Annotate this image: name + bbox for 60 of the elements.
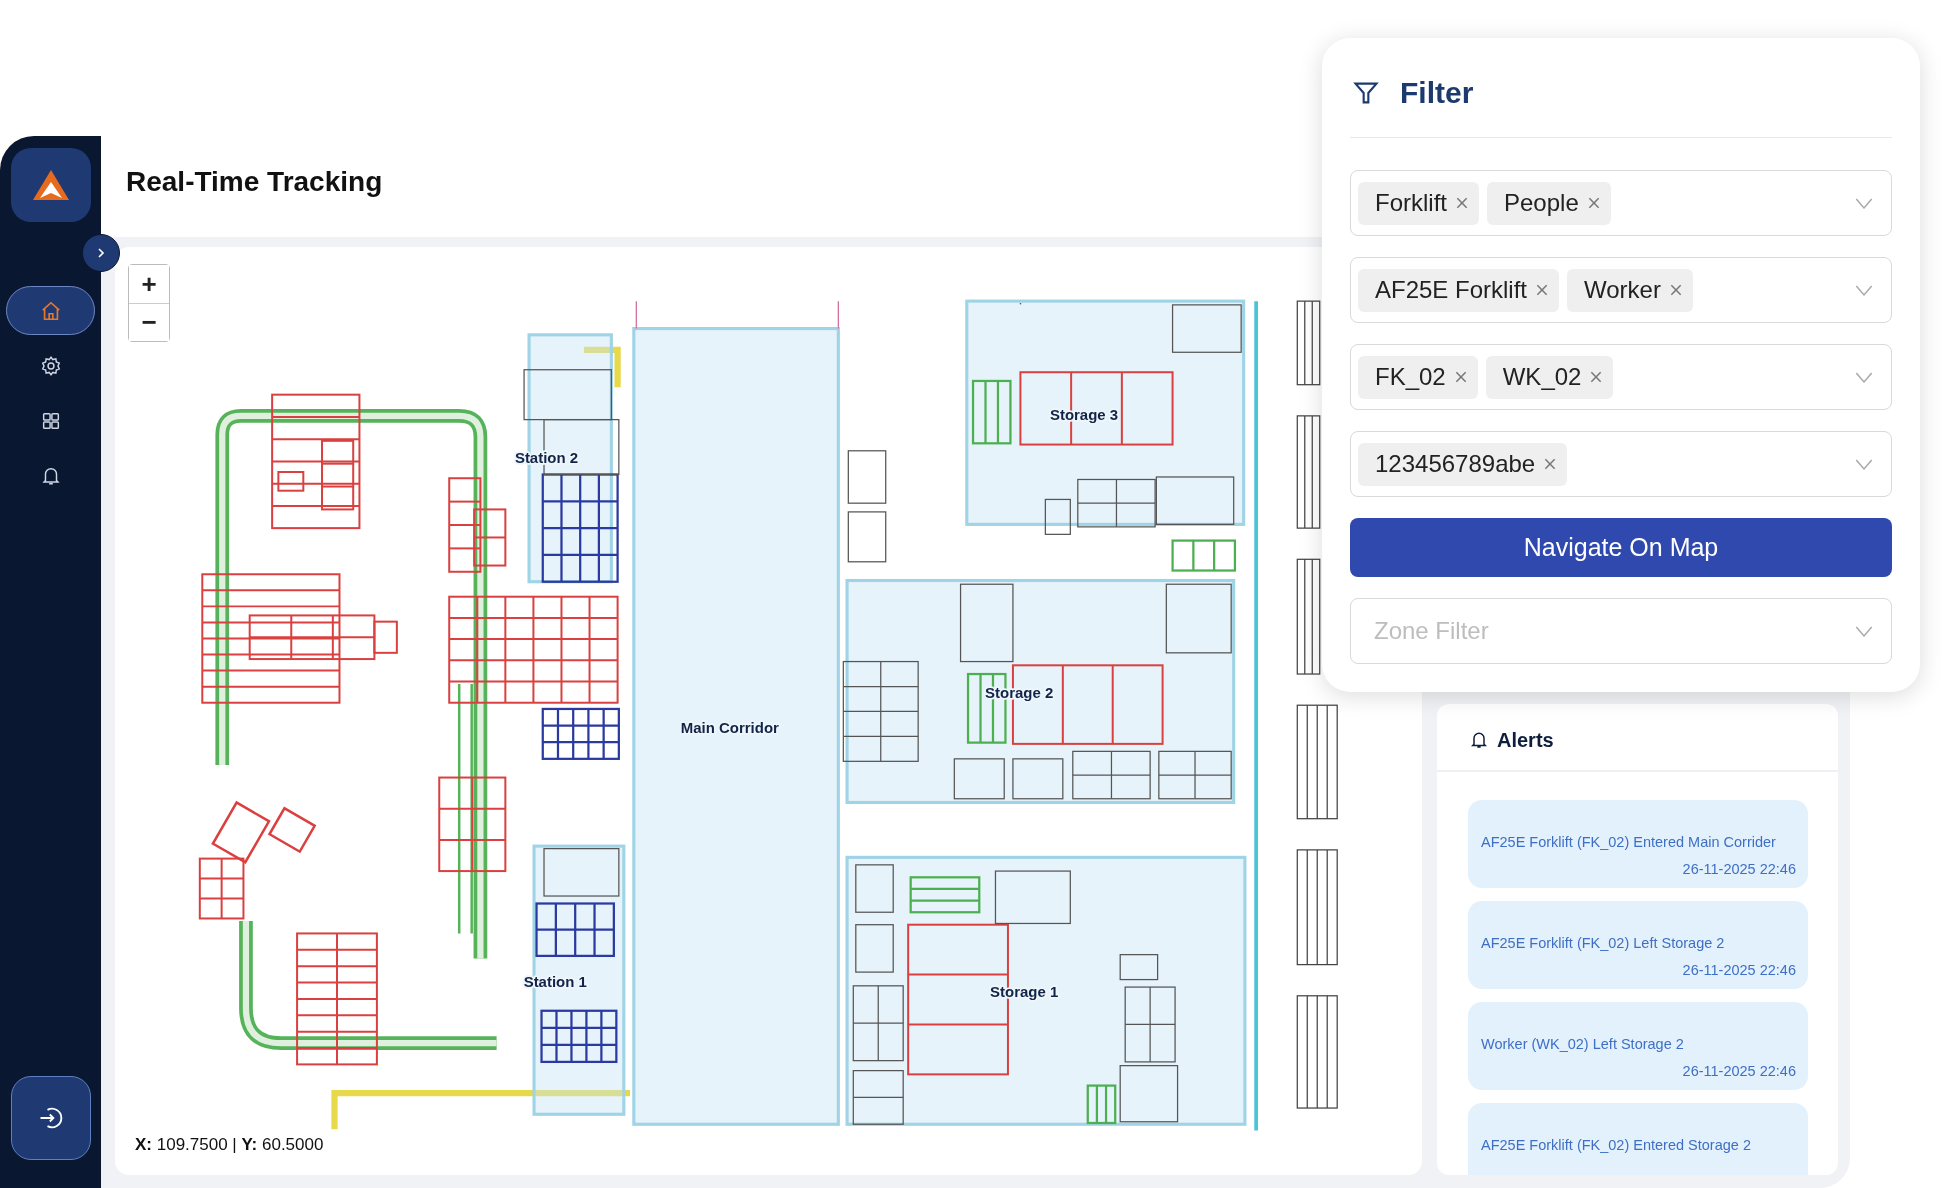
page-title: Real-Time Tracking	[126, 165, 383, 198]
expand-button[interactable]	[82, 234, 120, 272]
tag-label: FK_02	[1375, 363, 1446, 391]
alert-message: AF25E Forklift (FK_02) Entered Storage 2	[1481, 1137, 1752, 1153]
bell-icon	[1469, 730, 1489, 750]
zone-label: Station 2	[514, 449, 579, 467]
multi-select[interactable]: AF25E Forklift Worker	[1350, 257, 1892, 323]
floor-marking	[583, 346, 621, 388]
tag-label: WK_02	[1502, 363, 1582, 391]
tag-label: Forklift	[1375, 189, 1447, 217]
zone-area[interactable]	[845, 855, 1247, 1126]
close-icon[interactable]	[1535, 283, 1550, 297]
zoom-out-button[interactable]: −	[129, 303, 169, 341]
alert-card[interactable]: AF25E Forklift (FK_02) Entered Main Corrider 26-11-2025 22:46	[1468, 800, 1808, 888]
zone-filter-placeholder: Zone Filter	[1373, 617, 1489, 645]
alert-message: AF25E Forklift (FK_02) Left Storage 2	[1481, 935, 1726, 951]
equipment-drawing	[1086, 1084, 1117, 1125]
close-icon[interactable]	[1453, 370, 1468, 384]
equipment-drawing	[971, 379, 1012, 445]
alert-card[interactable]: AF25E Forklift (FK_02) Entered Storage 2	[1468, 1103, 1808, 1175]
alert-time: 26-11-2025 22:46	[1681, 861, 1797, 877]
equipment-drawing	[909, 876, 981, 914]
gear-icon	[39, 354, 62, 377]
alert-card[interactable]: AF25E Forklift (FK_02) Left Storage 2 26-11-2025 22:46	[1468, 901, 1808, 989]
zone-area[interactable]	[845, 578, 1236, 805]
multi-select[interactable]: 123456789abe	[1350, 431, 1892, 497]
logo-icon	[10, 148, 91, 222]
zone-area[interactable]	[965, 299, 1246, 526]
filter-title: Filter	[1400, 75, 1474, 110]
close-icon[interactable]	[1589, 370, 1604, 384]
close-icon[interactable]	[1455, 196, 1469, 210]
chevron-down-icon	[1855, 458, 1873, 470]
cursor-coordinates: X: 109.7500 | Y: 60.5000	[134, 1134, 325, 1155]
alert-message: AF25E Forklift (FK_02) Entered Main Corrider	[1481, 834, 1777, 850]
nav-item[interactable]	[6, 286, 95, 335]
close-icon[interactable]	[1586, 196, 1601, 210]
close-icon[interactable]	[1668, 283, 1683, 297]
chevron-down-icon	[1855, 197, 1873, 209]
tag-label: AF25E Forklift	[1375, 276, 1528, 304]
chevron-down-icon	[1855, 371, 1873, 383]
logout-button[interactable]	[10, 1076, 91, 1160]
tag-label: Worker	[1584, 276, 1661, 304]
alerts-title: Alerts	[1497, 728, 1554, 752]
alert-time: 26-11-2025 22:46	[1681, 962, 1797, 978]
chevron-right-icon	[95, 247, 107, 259]
equipment-drawing	[1171, 539, 1237, 572]
zone-label: Main Corridor	[680, 718, 779, 736]
close-icon[interactable]	[1543, 457, 1558, 471]
tag-label: People	[1504, 189, 1579, 217]
home-icon	[39, 299, 62, 322]
alert-message: Worker (WK_02) Left Storage 2	[1481, 1036, 1685, 1052]
navigate-button[interactable]: Navigate On Map	[1350, 518, 1892, 577]
chevron-down-icon	[1855, 625, 1873, 637]
multi-select[interactable]: Forklift People	[1350, 170, 1892, 236]
alert-card[interactable]: Worker (WK_02) Left Storage 2 26-11-2025 22:46	[1468, 1002, 1808, 1090]
chevron-down-icon	[1855, 284, 1873, 296]
alert-time: 26-11-2025 22:46	[1681, 1063, 1797, 1079]
zone-label: Station 1	[523, 973, 587, 991]
tag-label: 123456789abe	[1375, 450, 1536, 478]
multi-select[interactable]: FK_02 WK_02	[1350, 344, 1892, 410]
